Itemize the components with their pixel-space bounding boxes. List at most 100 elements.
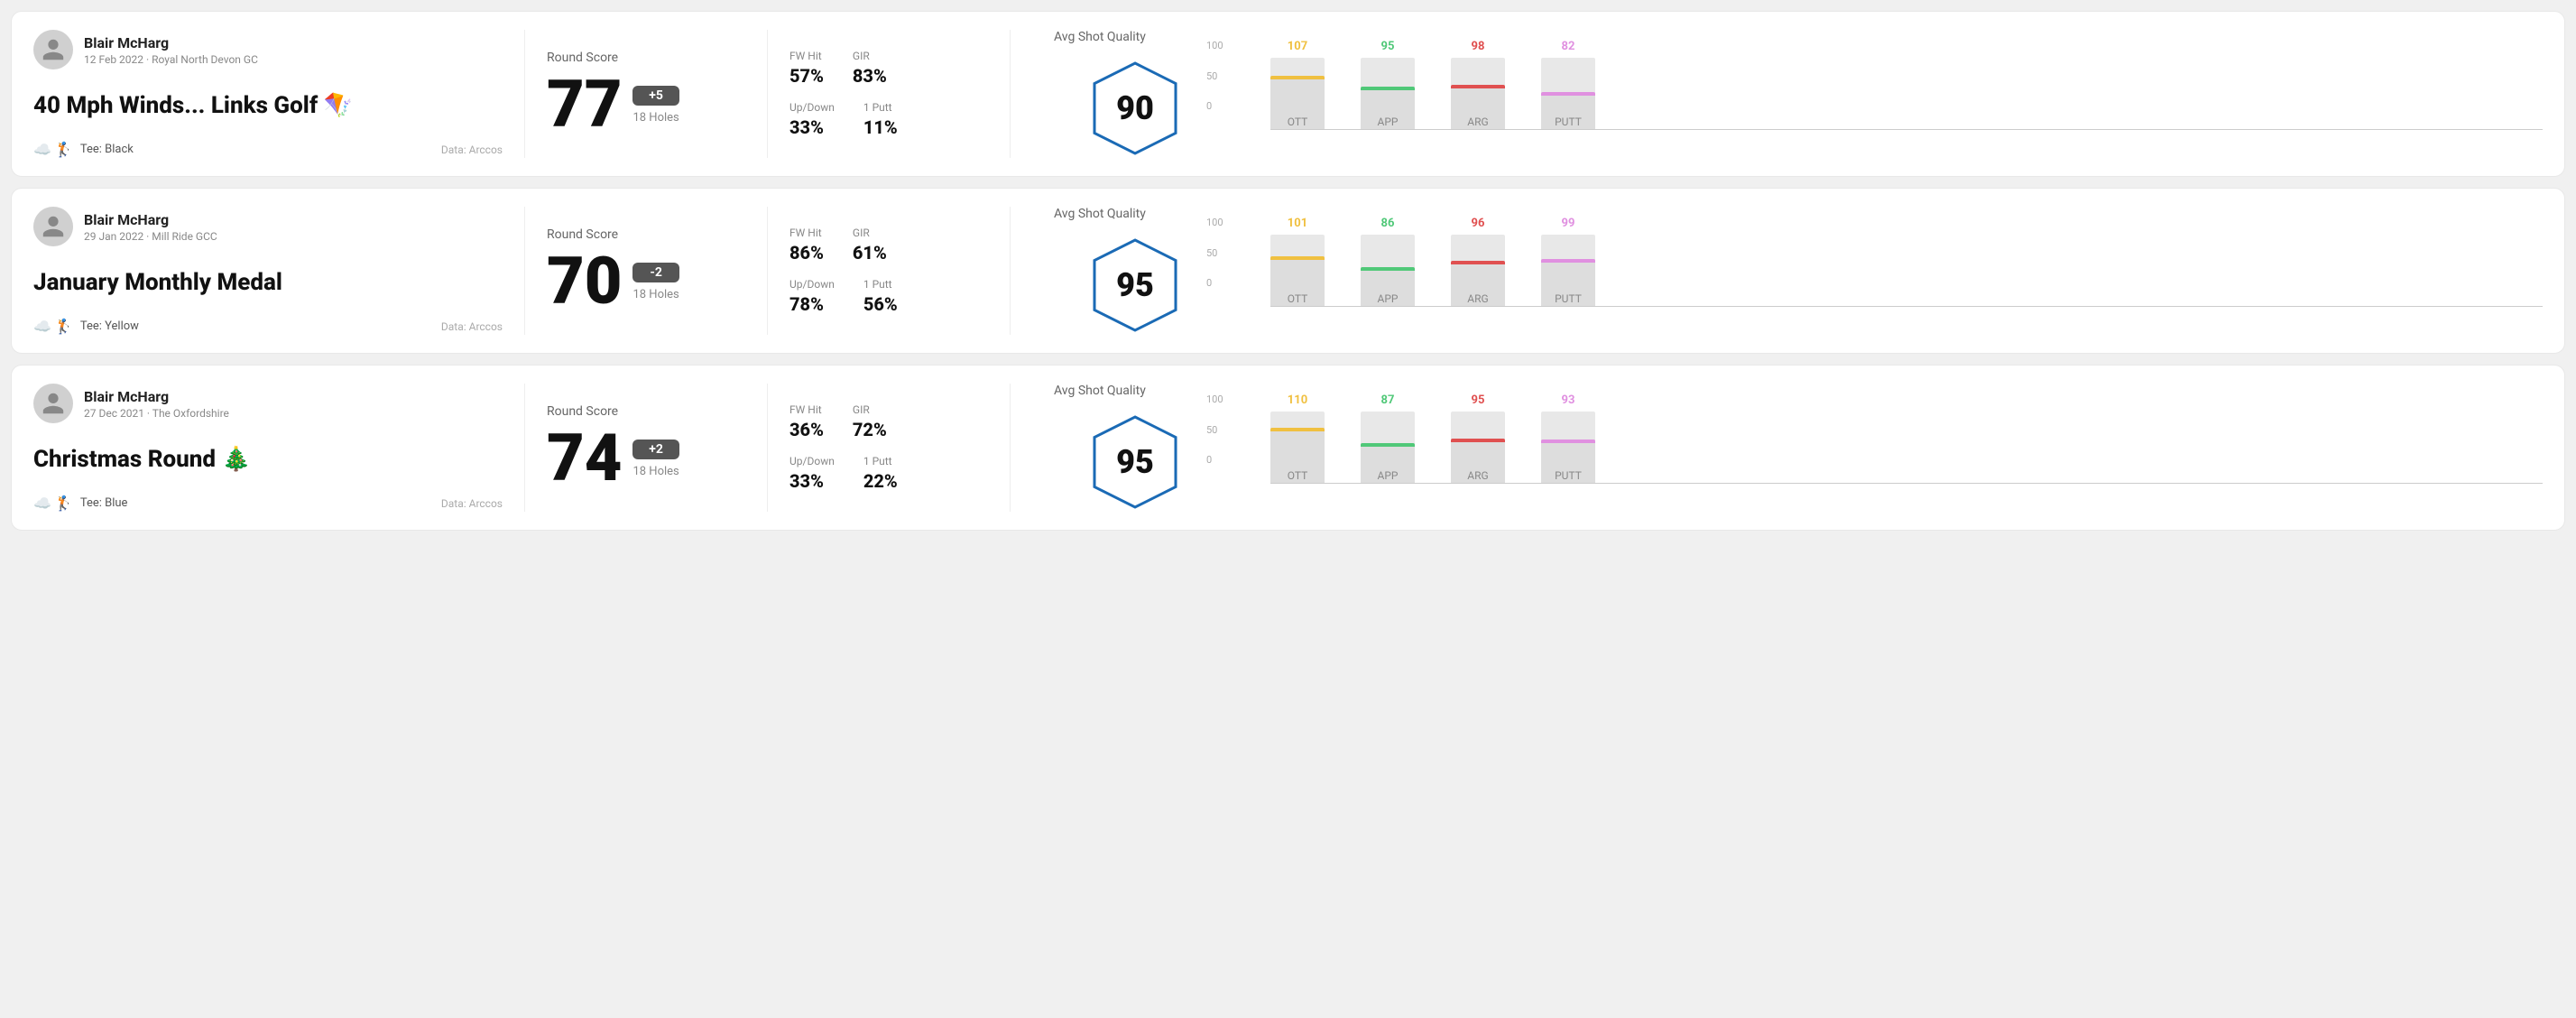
score-number: 74 xyxy=(547,426,622,491)
score-detail: -218 Holes xyxy=(632,263,679,301)
bar-x-label: OTT xyxy=(1270,469,1325,482)
stat-gir: GIR 83% xyxy=(853,50,887,87)
stat-one-putt-value: 11% xyxy=(863,116,898,138)
y-label: 100 xyxy=(1206,217,1223,228)
stat-gir: GIR 61% xyxy=(853,227,887,264)
avatar xyxy=(33,207,73,246)
quality-value: 95 xyxy=(1116,443,1154,481)
hexagon: 95 xyxy=(1085,236,1185,335)
player-header: Blair McHarg 27 Dec 2021 · The Oxfordshir… xyxy=(33,384,503,423)
divider xyxy=(524,207,525,335)
y-label: 0 xyxy=(1206,100,1223,112)
bar-x-label: PUTT xyxy=(1541,292,1595,305)
bar-colored-top xyxy=(1270,428,1325,431)
card-footer: ☁️ 🏌️ Tee: BlackData: Arccos xyxy=(33,141,503,158)
tee-icons: ☁️ 🏌️ xyxy=(33,318,73,335)
stat-gir-value: 61% xyxy=(853,242,887,264)
tee-info: ☁️ 🏌️ Tee: Blue xyxy=(33,495,127,512)
divider xyxy=(767,207,768,335)
bar-group-putt: 82PUTT xyxy=(1541,58,1595,130)
bar-top-value: 86 xyxy=(1381,217,1395,230)
tee-label: Tee: Yellow xyxy=(80,319,139,333)
stat-one-putt: 1 Putt11% xyxy=(863,101,898,138)
player-meta: 27 Dec 2021 · The Oxfordshire xyxy=(84,407,229,420)
chart-section: 100500107OTT95APP98ARG82PUTT xyxy=(1238,30,2543,158)
holes-label: 18 Holes xyxy=(632,111,679,125)
y-label: 50 xyxy=(1206,70,1223,82)
hexagon: 95 xyxy=(1085,412,1185,512)
quality-label: Avg Shot Quality xyxy=(1054,207,1216,221)
chart-y-labels: 100 50 0 xyxy=(1206,217,1223,289)
bar-x-label: APP xyxy=(1361,116,1415,128)
round-title[interactable]: January Monthly Medal xyxy=(33,269,503,296)
stat-fw-hit-value: 86% xyxy=(789,242,824,264)
stat-one-putt-value: 56% xyxy=(863,293,898,315)
stat-one-putt-value: 22% xyxy=(863,470,898,492)
card-footer: ☁️ 🏌️ Tee: BlueData: Arccos xyxy=(33,495,503,512)
quality-section: Avg Shot Quality 95 xyxy=(1054,384,1216,512)
score-row: 74 +2 18 Holes xyxy=(547,426,745,491)
player-info: Blair McHarg 29 Jan 2022 · Mill Ride GCC xyxy=(84,211,217,243)
stat-fw-hit-label: FW Hit xyxy=(789,403,824,416)
bar-colored-top xyxy=(1541,259,1595,263)
avatar xyxy=(33,384,73,423)
divider xyxy=(524,384,525,512)
stat-up-down-label: Up/Down xyxy=(789,101,835,114)
stat-gir-label: GIR xyxy=(853,403,887,416)
stat-fw-hit: FW Hit 57% xyxy=(789,50,824,87)
bar-group-putt: 93PUTT xyxy=(1541,412,1595,484)
chart-section: 100500101OTT86APP96ARG99PUTT xyxy=(1238,207,2543,335)
chart-bars: 101OTT86APP96ARG99PUTT xyxy=(1270,217,2543,325)
y-label: 0 xyxy=(1206,277,1223,289)
score-label: Round Score xyxy=(547,51,745,65)
player-meta: 29 Jan 2022 · Mill Ride GCC xyxy=(84,230,217,243)
stat-fw-hit-label: FW Hit xyxy=(789,50,824,62)
stats-row-bottom: Up/Down33%1 Putt22% xyxy=(789,455,988,492)
stat-one-putt: 1 Putt 56% xyxy=(863,278,898,315)
round-card: Blair McHarg 27 Dec 2021 · The Oxfordshir… xyxy=(11,365,2565,531)
wind-icon: 🏌️ xyxy=(55,495,73,512)
stat-gir-label: GIR xyxy=(853,50,887,62)
bar-top-value: 101 xyxy=(1288,217,1307,230)
bar-group-putt: 99PUTT xyxy=(1541,235,1595,307)
card-left-section: Blair McHarg 29 Jan 2022 · Mill Ride GCC J… xyxy=(33,207,503,335)
round-title[interactable]: Christmas Round 🎄 xyxy=(33,446,503,473)
player-meta: 12 Feb 2022 · Royal North Devon GC xyxy=(84,53,258,66)
bar-group-app: 87APP xyxy=(1361,412,1415,484)
player-name: Blair McHarg xyxy=(84,388,229,405)
weather-icon: ☁️ xyxy=(33,141,51,158)
bar-colored-top xyxy=(1361,267,1415,271)
score-badge: +2 xyxy=(632,440,679,459)
stat-gir-label: GIR xyxy=(853,227,887,239)
bar-colored-top xyxy=(1270,76,1325,79)
score-badge: -2 xyxy=(632,263,679,282)
chart-section: 100500110OTT87APP95ARG93PUTT xyxy=(1238,384,2543,512)
stat-gir-value: 83% xyxy=(853,65,887,87)
chart-bars: 107OTT95APP98ARG82PUTT xyxy=(1270,40,2543,148)
quality-label: Avg Shot Quality xyxy=(1054,30,1216,44)
stat-up-down-value: 33% xyxy=(789,116,835,138)
bar-top-value: 96 xyxy=(1472,217,1485,230)
bar-group-arg: 96ARG xyxy=(1451,235,1505,307)
stat-fw-hit-value: 57% xyxy=(789,65,824,87)
bar-x-label: PUTT xyxy=(1541,116,1595,128)
holes-label: 18 Holes xyxy=(632,465,679,478)
wind-icon: 🏌️ xyxy=(55,318,73,335)
round-title[interactable]: 40 Mph Winds... Links Golf 🪁 xyxy=(33,92,503,119)
tee-info: ☁️ 🏌️ Tee: Yellow xyxy=(33,318,139,335)
weather-icon: ☁️ xyxy=(33,495,51,512)
hexagon-container: 90 xyxy=(1054,59,1216,158)
bar-top-value: 82 xyxy=(1562,40,1575,53)
stat-one-putt-label: 1 Putt xyxy=(863,278,898,291)
y-label: 50 xyxy=(1206,247,1223,259)
player-info: Blair McHarg 27 Dec 2021 · The Oxfordshir… xyxy=(84,388,229,420)
data-source: Data: Arccos xyxy=(441,320,503,333)
bar-x-label: APP xyxy=(1361,292,1415,305)
card-left-section: Blair McHarg 27 Dec 2021 · The Oxfordshir… xyxy=(33,384,503,512)
player-name: Blair McHarg xyxy=(84,211,217,228)
divider xyxy=(524,30,525,158)
bar-colored-top xyxy=(1541,92,1595,96)
bar-top-value: 110 xyxy=(1288,393,1307,407)
bar-colored-top xyxy=(1361,443,1415,447)
tee-icons: ☁️ 🏌️ xyxy=(33,495,73,512)
